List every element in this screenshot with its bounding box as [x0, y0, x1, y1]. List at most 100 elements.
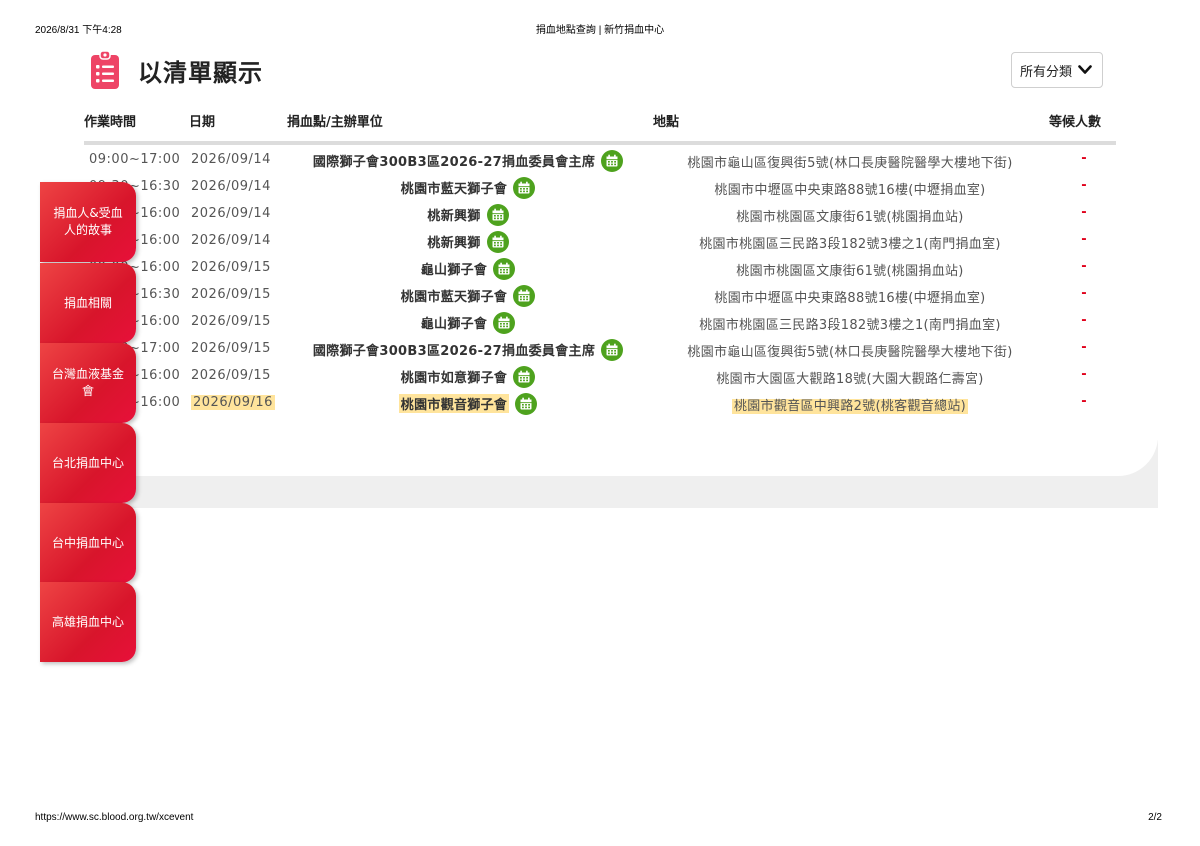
- table-row: 09:00~16:00 2026/09/15 龜山獅子會 桃園市桃園區文康街61…: [0, 255, 1200, 282]
- row-org-name: 桃園市如意獅子會: [400, 371, 508, 386]
- table-row: 09:00~16:00 2026/09/15 龜山獅子會 桃園市桃園區三民路3段…: [0, 309, 1200, 336]
- row-org: 桃園市藍天獅子會: [290, 176, 646, 199]
- table-row: 09:00~16:00 2026/09/14 桃新興獅 桃園市桃園區文康街61號…: [0, 201, 1200, 228]
- row-location: 桃園市桃園區三民路3段182號3樓之1(南門捐血室): [699, 237, 1001, 252]
- calendar-icon[interactable]: [493, 257, 516, 280]
- side-tab-donor-stories[interactable]: 捐血人&受血人的故事: [40, 182, 136, 262]
- row-waiting: -: [1081, 313, 1087, 328]
- row-org: 桃新興獅: [290, 203, 646, 226]
- row-org-name: 國際獅子會300B3區2026-27捐血委員會主席: [312, 344, 596, 359]
- page-title: 以清單顯示: [138, 58, 263, 87]
- row-org: 桃園市觀音獅子會: [290, 392, 646, 415]
- header-divider: [84, 141, 1116, 145]
- side-tab-label: 台北捐血中心: [51, 455, 124, 470]
- row-org-name: 桃新興獅: [427, 236, 481, 251]
- calendar-icon[interactable]: [513, 176, 536, 199]
- row-org-name: 國際獅子會300B3區2026-27捐血委員會主席: [312, 155, 596, 170]
- row-date: 2026/09/16: [191, 395, 275, 410]
- print-footer: https://www.sc.blood.org.tw/xcevent 2/2: [0, 812, 1200, 826]
- row-date: 2026/09/15: [191, 341, 271, 356]
- row-waiting: -: [1081, 232, 1087, 247]
- row-org-name: 桃新興獅: [427, 209, 481, 224]
- calendar-icon[interactable]: [601, 338, 624, 361]
- row-org: 國際獅子會300B3區2026-27捐血委員會主席: [290, 149, 646, 172]
- row-org-name: 龜山獅子會: [420, 317, 488, 332]
- row-location: 桃園市龜山區復興街5號(林口長庚醫院醫學大樓地下街): [687, 156, 1013, 171]
- side-tab-kaohsiung-center[interactable]: 高雄捐血中心: [40, 582, 136, 662]
- table-row: 09:30~16:30 2026/09/14 桃園市藍天獅子會 桃園市中壢區中央…: [0, 174, 1200, 201]
- table-row: 09:00~16:00 2026/09/14 桃新興獅 桃園市桃園區三民路3段1…: [0, 228, 1200, 255]
- row-date: 2026/09/15: [191, 368, 271, 383]
- row-org: 桃園市藍天獅子會: [290, 284, 646, 307]
- row-date: 2026/09/14: [191, 206, 271, 221]
- row-location: 桃園市觀音區中興路2號(桃客觀音總站): [650, 395, 1050, 414]
- table-row: 09:00~16:00 2026/09/16 桃園市觀音獅子會 桃園市觀音區中興…: [0, 390, 1200, 417]
- row-org-name: 桃園市觀音獅子會: [398, 394, 510, 413]
- row-location: 桃園市龜山區復興街5號(林口長庚醫院醫學大樓地下街): [687, 345, 1013, 360]
- row-date: 2026/09/15: [191, 314, 271, 329]
- row-date: 2026/09/14: [191, 233, 271, 248]
- table-header: 作業時間 日期 捐血點/主辦單位 地點 等候人數: [84, 111, 1114, 133]
- row-location: 桃園市桃園區文康街61號(桃園捐血站): [736, 210, 964, 225]
- column-header-org: 捐血點/主辦單位: [287, 115, 383, 130]
- calendar-icon[interactable]: [486, 230, 509, 253]
- row-waiting: -: [1081, 367, 1087, 382]
- chevron-down-icon: [1078, 64, 1092, 80]
- row-date: 2026/09/15: [191, 260, 271, 275]
- side-tab-taichung-center[interactable]: 台中捐血中心: [40, 503, 136, 583]
- row-waiting: -: [1081, 286, 1087, 301]
- calendar-icon[interactable]: [513, 365, 536, 388]
- row-waiting: -: [1081, 151, 1087, 166]
- row-org: 桃新興獅: [290, 230, 646, 253]
- clipboard-list-icon: [90, 50, 120, 90]
- side-tab-label: 高雄捐血中心: [51, 614, 124, 629]
- side-tab-label: 捐血人&受血人的故事: [53, 206, 123, 237]
- calendar-icon[interactable]: [601, 149, 624, 172]
- side-tab-label: 捐血相關: [63, 295, 112, 310]
- row-waiting: -: [1081, 259, 1087, 274]
- side-tab-taipei-center[interactable]: 台北捐血中心: [40, 423, 136, 503]
- row-waiting: -: [1081, 394, 1087, 409]
- category-filter-value: 所有分類: [1020, 64, 1073, 80]
- row-date: 2026/09/14: [191, 152, 271, 167]
- category-filter-select[interactable]: 所有分類: [1011, 52, 1103, 88]
- row-time: 09:00~17:00: [89, 152, 181, 167]
- row-org: 龜山獅子會: [290, 257, 646, 280]
- table-row: 09:30~16:30 2026/09/15 桃園市藍天獅子會 桃園市中壢區中央…: [0, 282, 1200, 309]
- row-date: 2026/09/14: [191, 179, 271, 194]
- row-waiting: -: [1081, 205, 1087, 220]
- row-location-text: 桃園市觀音區中興路2號(桃客觀音總站): [731, 399, 969, 414]
- list-title-bar: 以清單顯示: [90, 50, 263, 90]
- calendar-icon[interactable]: [515, 392, 538, 415]
- row-org-name: 桃園市藍天獅子會: [400, 182, 508, 197]
- print-page-title: 捐血地點查詢 | 新竹捐血中心: [535, 25, 665, 36]
- row-org: 國際獅子會300B3區2026-27捐血委員會主席: [290, 338, 646, 361]
- side-tab-label: 台灣血液基金會: [51, 367, 124, 398]
- row-location: 桃園市中壢區中央東路88號16樓(中壢捐血室): [714, 183, 986, 198]
- side-tab-label: 台中捐血中心: [51, 535, 124, 550]
- row-waiting: -: [1081, 340, 1087, 355]
- column-header-waiting: 等候人數: [1049, 115, 1102, 130]
- print-url: https://www.sc.blood.org.tw/xcevent: [35, 812, 194, 823]
- row-org-name: 龜山獅子會: [420, 263, 488, 278]
- print-header: 2026/8/31 下午4:28 捐血地點查詢 | 新竹捐血中心: [0, 21, 1200, 36]
- calendar-icon[interactable]: [486, 203, 509, 226]
- row-location: 桃園市桃園區三民路3段182號3樓之1(南門捐血室): [699, 318, 1001, 333]
- side-tab-donation-info[interactable]: 捐血相關: [40, 263, 136, 343]
- column-header-location: 地點: [653, 115, 680, 130]
- side-tab-blood-foundation[interactable]: 台灣血液基金會: [40, 343, 136, 423]
- row-location: 桃園市大園區大觀路18號(大園大觀路仁壽宮): [716, 372, 984, 387]
- table-row: 09:00~16:00 2026/09/15 桃園市如意獅子會 桃園市大園區大觀…: [0, 363, 1200, 390]
- row-date: 2026/09/15: [191, 287, 271, 302]
- column-header-date: 日期: [189, 115, 216, 130]
- row-org: 桃園市如意獅子會: [290, 365, 646, 388]
- table-row: 09:00~17:00 2026/09/15 國際獅子會300B3區2026-2…: [0, 336, 1200, 363]
- row-location: 桃園市中壢區中央東路88號16樓(中壢捐血室): [714, 291, 986, 306]
- row-org: 龜山獅子會: [290, 311, 646, 334]
- row-waiting: -: [1081, 178, 1087, 193]
- row-org-name: 桃園市藍天獅子會: [400, 290, 508, 305]
- print-page-number: 2/2: [1148, 812, 1162, 823]
- row-location: 桃園市桃園區文康街61號(桃園捐血站): [736, 264, 964, 279]
- calendar-icon[interactable]: [513, 284, 536, 307]
- calendar-icon[interactable]: [493, 311, 516, 334]
